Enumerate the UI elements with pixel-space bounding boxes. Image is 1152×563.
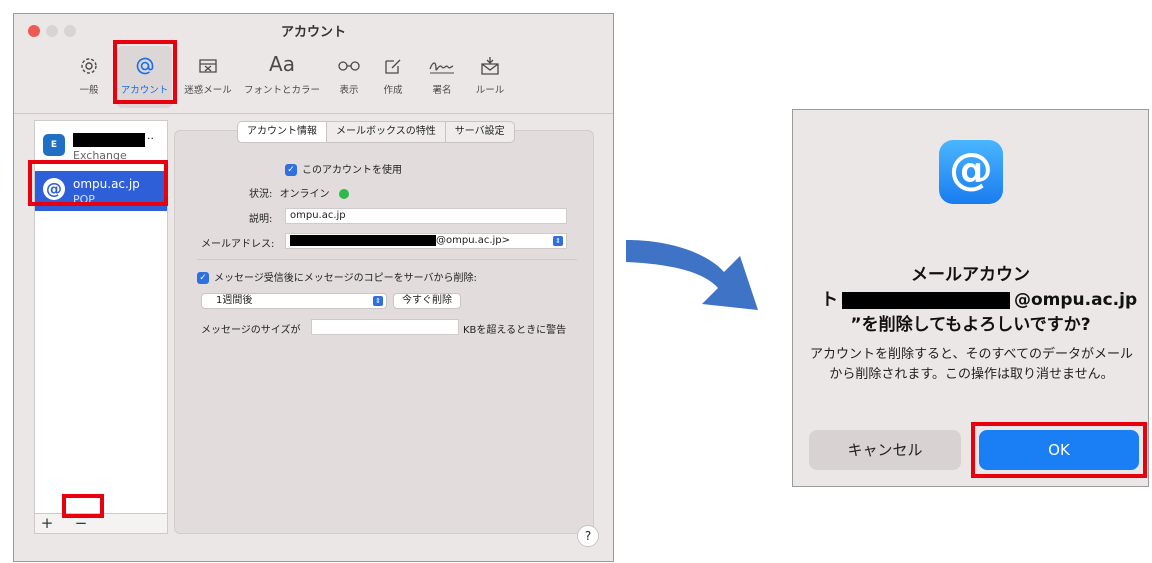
add-account-button[interactable]: + (35, 514, 59, 534)
truncation-ellipsis: .. (147, 129, 154, 142)
mail-at-icon: @ (939, 140, 1003, 204)
delete-after-value: 1週間後 (216, 295, 253, 306)
description-label: 説明: (249, 214, 273, 225)
rules-icon (469, 46, 511, 82)
email-address-popup[interactable]: @ompu.ac.jp> ⇕ (285, 233, 567, 249)
toolbar-composing-label: 作成 (383, 85, 403, 96)
delete-account-dialog: @ メールアカウン ト @ompu.ac.jp ”を削除してもよろしいですか? ア… (792, 109, 1149, 487)
toolbar-rules-label: ルール (475, 85, 505, 96)
chevron-updown-icon: ⇕ (373, 296, 383, 306)
arrow-right-icon (626, 240, 758, 310)
help-button[interactable]: ? (577, 525, 599, 547)
tab-server-settings[interactable]: サーバ設定 (444, 122, 514, 142)
redacted-account-address (842, 291, 1010, 309)
highlight-pop-account (28, 160, 168, 206)
status-row: 状況: オンライン (249, 185, 349, 200)
dialog-title-prefix: ト (821, 290, 838, 310)
delete-now-button[interactable]: 今すぐ削除 (393, 293, 461, 309)
divider (197, 259, 577, 260)
size-suffix-label: KBを超えるときに警告 (463, 325, 567, 336)
title-bar: アカウント (14, 14, 613, 42)
size-label: メッセージのサイズが (201, 325, 301, 336)
delete-copy-row: ✓ メッセージ受信後にメッセージのコピーをサーバから削除: (197, 269, 477, 284)
toolbar-viewing[interactable]: 表示 (332, 46, 366, 108)
tab-account-info[interactable]: アカウント情報 (238, 122, 326, 142)
gear-icon (64, 46, 114, 82)
toolbar-general-label: 一般 (79, 85, 99, 96)
dialog-title-line2: ト @ompu.ac.jp (793, 285, 1148, 310)
fonts-icon: Aa (269, 52, 295, 76)
online-indicator-icon (338, 189, 349, 199)
status-value: オンライン (279, 189, 330, 200)
window-title: アカウント (280, 25, 346, 40)
tab-mailbox-behaviors[interactable]: メールボックスの特性 (326, 122, 445, 142)
delete-copy-label: メッセージ受信後にメッセージのコピーをサーバから削除: (214, 273, 477, 284)
redacted-account-name (73, 133, 145, 147)
use-account-checkbox[interactable]: ✓ (285, 164, 297, 176)
signature-icon (422, 46, 462, 82)
toolbar-rules[interactable]: ルール (469, 46, 511, 108)
toolbar-junk-label: 迷惑メール (184, 85, 232, 96)
highlight-accounts-toolbar (113, 40, 177, 104)
preferences-toolbar: 一般 アカウント 迷惑メール Aa フォントとカラー 表示 作成 署名 ルール (14, 42, 613, 114)
mail-preferences-window: アカウント 一般 アカウント 迷惑メール Aa フォントとカラー 表示 作成 署… (13, 13, 614, 562)
junk-tray-icon (179, 46, 237, 82)
redacted-email-user (290, 234, 436, 246)
chevron-updown-icon: ⇕ (553, 236, 563, 246)
highlight-remove-button (62, 494, 104, 518)
dialog-title-line3: ”を削除してもよろしいですか? (850, 315, 1091, 335)
size-limit-field[interactable] (311, 319, 459, 335)
toolbar-general[interactable]: 一般 (64, 46, 114, 108)
exchange-icon: E (43, 134, 65, 156)
delete-after-popup[interactable]: 1週間後 ⇕ (201, 293, 387, 309)
status-label: 状況: (249, 189, 273, 200)
dialog-message: アカウントを削除すると、そのすべてのデータがメールから削除されます。この操作は取… (809, 347, 1134, 382)
highlight-ok-button (971, 422, 1147, 478)
toolbar-signatures-label: 署名 (432, 85, 452, 96)
toolbar-fonts-label: フォントとカラー (243, 85, 320, 96)
email-suffix: @ompu.ac.jp> (436, 235, 511, 246)
account-tabs: アカウント情報 メールボックスの特性 サーバ設定 (237, 121, 515, 143)
account-detail-panel: アカウント情報 メールボックスの特性 サーバ設定 ✓ このアカウントを使用 状況:… (174, 121, 594, 534)
toolbar-signatures[interactable]: 署名 (422, 46, 462, 108)
description-field[interactable]: ompu.ac.jp (285, 208, 567, 224)
email-label: メールアドレス: (201, 239, 275, 250)
use-account-row: ✓ このアカウントを使用 (285, 161, 402, 176)
delete-copy-checkbox[interactable]: ✓ (197, 272, 209, 284)
toolbar-junk[interactable]: 迷惑メール (179, 46, 237, 108)
toolbar-composing[interactable]: 作成 (376, 46, 410, 108)
use-account-label: このアカウントを使用 (302, 165, 402, 176)
glasses-icon (332, 46, 366, 82)
dialog-title-suffix: @ompu.ac.jp (1014, 290, 1138, 310)
toolbar-viewing-label: 表示 (339, 85, 359, 96)
compose-icon (376, 46, 410, 82)
toolbar-fonts[interactable]: Aa フォントとカラー (242, 46, 322, 108)
dialog-title-line1: メールアカウン (911, 265, 1030, 285)
cancel-button[interactable]: キャンセル (809, 430, 961, 470)
